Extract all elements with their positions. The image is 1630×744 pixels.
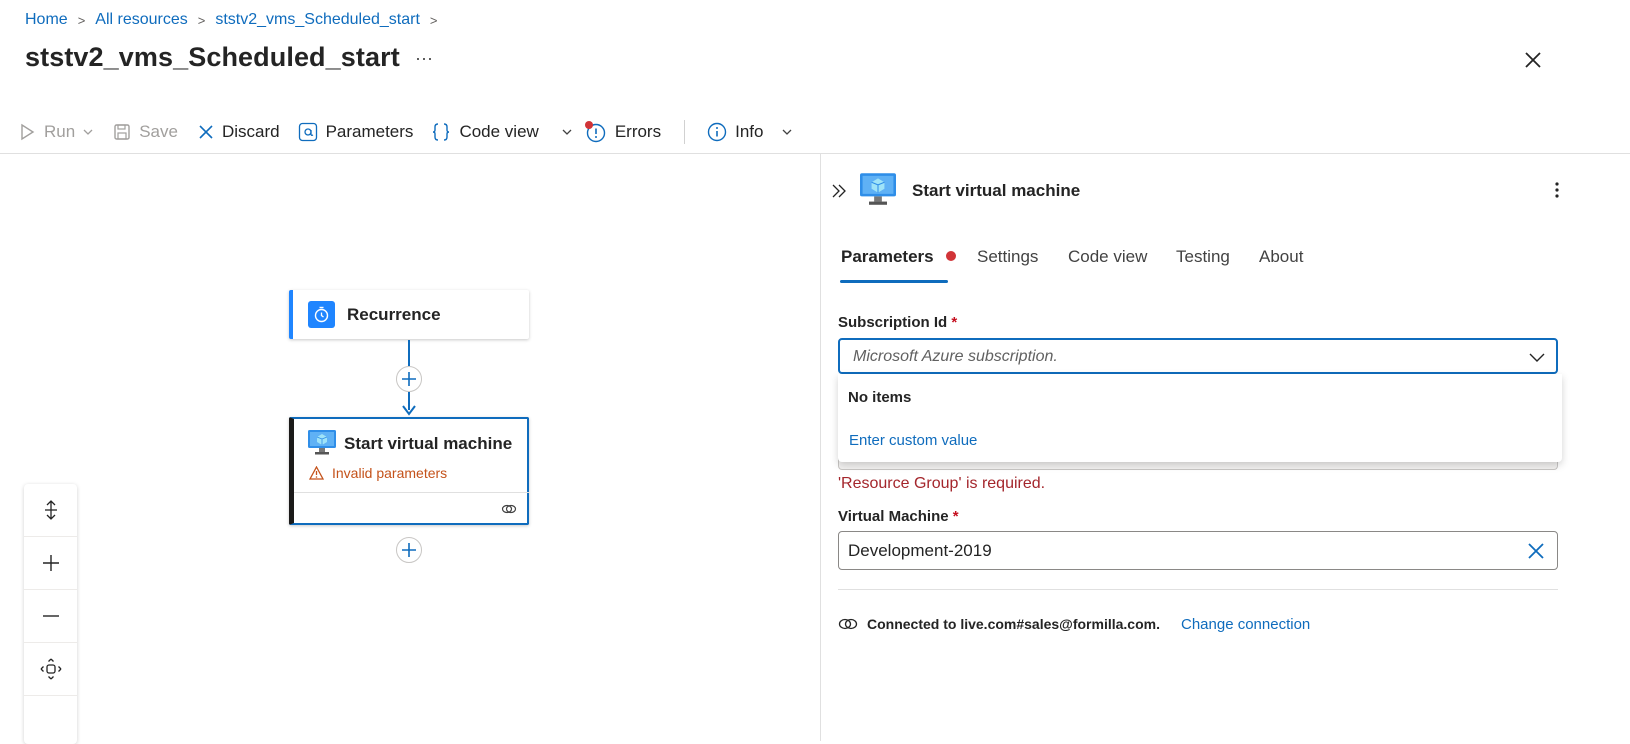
zoom-controls [24, 484, 77, 744]
chevron-down-icon [782, 129, 792, 135]
chevron-right-icon: > [197, 12, 206, 28]
chevron-right-icon: > [429, 12, 438, 28]
info-button[interactable]: Info [707, 112, 793, 152]
chevron-double-right-icon [832, 184, 846, 198]
subscription-placeholder: Microsoft Azure subscription. [853, 348, 1058, 365]
plus-icon [402, 543, 416, 557]
subscription-id-dropdown[interactable]: Microsoft Azure subscription. [838, 338, 1558, 374]
arrow-down-icon [402, 405, 416, 416]
close-icon [1525, 52, 1541, 68]
fit-view-icon [40, 658, 61, 680]
tab-parameters[interactable]: Parameters [841, 247, 957, 267]
tab-active-indicator [840, 280, 948, 283]
info-label: Info [735, 122, 764, 141]
chevron-right-icon: > [77, 12, 86, 28]
more-options-button[interactable]: ··· [415, 48, 433, 69]
run-button[interactable]: Run [18, 112, 93, 152]
zoom-in-button[interactable] [24, 537, 77, 590]
virtual-machine-label: Virtual Machine * [838, 508, 959, 525]
card-divider [294, 492, 529, 493]
collapse-panel-button[interactable] [831, 183, 847, 204]
virtual-machine-value: Development-2019 [848, 541, 992, 560]
start-vm-title: Start virtual machine [344, 434, 513, 453]
parameters-icon [298, 122, 317, 142]
code-view-button[interactable]: Code view [431, 112, 572, 152]
invalid-parameters-warning: Invalid parameters [309, 465, 447, 481]
resource-group-error: 'Resource Group' is required. [838, 475, 1046, 492]
discard-icon [199, 125, 213, 139]
error-icon [584, 121, 606, 143]
chevron-down-icon[interactable] [561, 126, 573, 138]
tab-about[interactable]: About [1259, 247, 1303, 267]
toolbar: Run Save Discard Parameters Code view Er… [0, 112, 1630, 152]
warning-text: Invalid parameters [332, 465, 448, 481]
recurrence-icon [308, 301, 335, 328]
plus-icon [42, 555, 59, 571]
no-items-text: No items [848, 389, 912, 406]
play-icon [21, 123, 35, 141]
change-connection-link[interactable]: Change connection [1181, 616, 1310, 633]
code-view-label: Code view [459, 122, 539, 141]
fit-view-button[interactable] [24, 643, 77, 696]
plus-icon [402, 372, 416, 386]
chevron-down-icon [83, 129, 93, 135]
zoom-out-button[interactable] [24, 590, 77, 643]
tab-code-view[interactable]: Code view [1068, 247, 1147, 267]
parameters-button[interactable]: Parameters [298, 112, 414, 152]
fit-height-button[interactable] [24, 484, 77, 537]
tab-testing[interactable]: Testing [1176, 247, 1230, 267]
required-mark: * [952, 508, 959, 525]
parameters-label: Parameters [325, 122, 414, 141]
panel-more-button[interactable] [1552, 180, 1562, 205]
recurrence-trigger-card[interactable]: Recurrence [289, 290, 529, 339]
error-dot [946, 251, 957, 261]
warning-icon [309, 466, 324, 480]
enter-custom-value-option[interactable]: Enter custom value [849, 432, 977, 449]
virtual-machine-icon [307, 429, 337, 462]
discard-label: Discard [221, 122, 280, 141]
add-step-button[interactable] [396, 537, 422, 563]
discard-button[interactable]: Discard [198, 112, 280, 152]
panel-title: Start virtual machine [912, 181, 1081, 200]
more-vertical-icon [1555, 182, 1559, 198]
fit-vertical-icon [44, 500, 57, 520]
connection-icon [838, 617, 858, 636]
subscription-id-label: Subscription Id * [838, 314, 958, 331]
breadcrumb-workflow[interactable]: ststv2_vms_Scheduled_start [215, 11, 420, 29]
tab-parameters-label: Parameters [841, 247, 934, 266]
breadcrumb-home[interactable]: Home [25, 11, 68, 29]
minus-icon [42, 615, 59, 617]
toolbar-divider [684, 120, 685, 144]
errors-button[interactable]: Errors [584, 112, 662, 152]
save-label: Save [139, 122, 178, 141]
virtual-machine-icon [858, 172, 898, 213]
save-button[interactable]: Save [113, 112, 178, 152]
panel-divider [838, 589, 1558, 590]
insert-step-button[interactable] [396, 366, 422, 392]
connection-status-text: Connected to live.com#sales@formilla.com… [867, 616, 1160, 632]
save-icon [114, 124, 130, 140]
chevron-down-icon [1529, 353, 1545, 362]
info-icon [707, 122, 727, 142]
subscription-dropdown-list: No items Enter custom value [838, 374, 1562, 462]
run-label: Run [44, 122, 76, 141]
errors-label: Errors [614, 122, 662, 141]
breadcrumb: Home > All resources > ststv2_vms_Schedu… [25, 10, 448, 30]
virtual-machine-field[interactable]: Development-2019 [838, 531, 1558, 570]
breadcrumb-all-resources[interactable]: All resources [95, 11, 187, 29]
recurrence-title: Recurrence [347, 305, 441, 324]
clear-icon[interactable] [1527, 542, 1545, 560]
connector-line [408, 340, 410, 366]
required-mark: * [951, 314, 958, 331]
connection-link-icon [501, 502, 517, 520]
start-vm-action-card[interactable]: Start virtual machine Invalid parameters [289, 417, 529, 525]
braces-icon [433, 123, 450, 141]
page-title: ststv2_vms_Scheduled_start [25, 42, 400, 72]
close-button[interactable] [1519, 46, 1547, 74]
tab-settings[interactable]: Settings [977, 247, 1038, 267]
